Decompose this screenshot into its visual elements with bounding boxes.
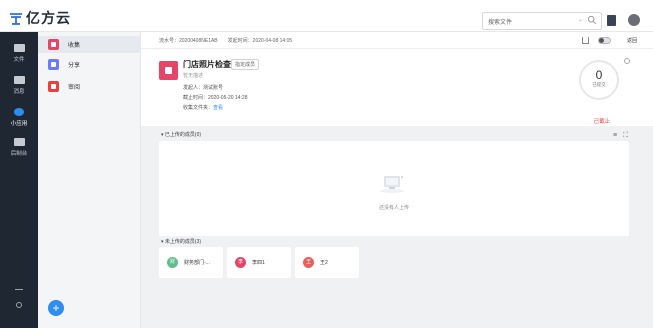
sidebar-item-label: 分享	[68, 63, 81, 69]
empty-monitor-icon	[380, 176, 404, 193]
primary-rail: 文件 消息 小应用 后制台	[0, 32, 38, 328]
uploaded-empty-state: 还没有人上传	[159, 141, 629, 236]
sidebar-item-collect[interactable]: 收集	[38, 36, 141, 53]
empty-message: 还没有人上传	[378, 205, 410, 211]
view-folder-link[interactable]: 查看	[213, 105, 223, 111]
export-icon[interactable]	[582, 37, 589, 44]
status-badge: 已截止	[593, 119, 611, 125]
serial-number: 流水号：20200408NE1AB	[159, 37, 218, 44]
submitted-count: 0	[595, 68, 603, 82]
sidebar-item-label: 审阅	[68, 85, 81, 91]
uploaded-section-title[interactable]: ▾ 已上传的成员(0)	[161, 131, 201, 138]
review-icon	[48, 81, 59, 92]
rail-item-label: 后制台	[10, 151, 28, 157]
task-description: 暂无描述	[183, 73, 204, 79]
search-input[interactable]: 搜索文件 ⌄	[482, 12, 602, 30]
rail-item-apps[interactable]: 小应用	[0, 108, 38, 127]
logo-icon	[10, 13, 22, 25]
return-button[interactable]: 返回	[627, 37, 637, 44]
message-icon	[13, 76, 25, 84]
main-panel: 流水号：20200408NE1AB 发起时间：2020-04-08 14:05 …	[141, 32, 653, 328]
member-name: 李四1	[252, 260, 265, 266]
member-name: 王2	[320, 260, 328, 266]
uploaded-title-text: 已上传的成员(0)	[164, 132, 202, 138]
collect-icon	[159, 61, 178, 80]
share-icon	[48, 59, 59, 70]
add-button[interactable]: +	[48, 300, 64, 316]
logo[interactable]: 亿方云	[8, 8, 71, 28]
sidebar-item-review[interactable]: 审阅	[38, 78, 141, 95]
toggle-switch[interactable]	[598, 37, 611, 44]
task-initiator: 发起人：测试账号	[183, 85, 224, 91]
rail-item-messages[interactable]: 消息	[0, 76, 38, 95]
view-toggle-icons[interactable]: ≡ ⛶	[613, 132, 630, 140]
member-name: 财务部门-...	[184, 260, 210, 266]
member-card[interactable]: 财 财务部门-...	[159, 247, 223, 278]
collect-icon	[48, 39, 59, 50]
task-folder: 收集文件夹：查看	[183, 104, 223, 111]
task-info-card: 门店照片检查 指定成员 暂无描述 发起人：测试账号 截止时间：2020-05-2…	[141, 49, 653, 126]
document-icon[interactable]	[607, 15, 616, 26]
rail-item-label: 消息	[13, 89, 25, 95]
start-time: 发起时间：2020-04-08 14:05	[227, 37, 293, 44]
not-uploaded-title-text: 未上传的成员(3)	[164, 239, 202, 245]
member-avatar: 财	[167, 257, 178, 268]
member-avatar: 王	[303, 257, 314, 268]
sidebar-item-label: 收集	[68, 43, 81, 49]
not-uploaded-section-title[interactable]: ▾ 未上传的成员(3)	[161, 238, 201, 245]
task-title: 门店照片检查	[183, 60, 231, 69]
task-header: 流水号：20200408NE1AB 发起时间：2020-04-08 14:05 …	[141, 32, 653, 49]
chevron-down-icon[interactable]: ⌄	[578, 16, 583, 23]
user-avatar[interactable]	[628, 14, 640, 26]
submitted-count-ring: 0 已提交	[579, 60, 619, 100]
rail-item-label: 文件	[13, 57, 25, 63]
info-icon[interactable]	[624, 58, 630, 64]
member-card[interactable]: 李 李四1	[227, 247, 291, 278]
top-bar: 亿方云 搜索文件 ⌄	[0, 0, 653, 32]
app-name: 亿方云	[26, 10, 71, 26]
rail-item-console[interactable]: 后制台	[0, 138, 38, 157]
folder-label: 收集文件夹：	[183, 105, 214, 111]
member-avatar: 李	[235, 257, 246, 268]
rail-item-files[interactable]: 文件	[0, 44, 38, 63]
rail-item-label: 小应用	[10, 121, 28, 127]
app-sidebar: 收集 分享 审阅 +	[38, 32, 141, 328]
submitted-label: 已提交	[592, 82, 606, 87]
console-icon	[13, 138, 25, 146]
task-deadline: 截止时间：2020-05-20 14:28	[183, 95, 248, 101]
app-root: 亿方云 搜索文件 ⌄ 文件 消息 小应用 后制台 收集 分享 审阅 + 流水号：…	[0, 0, 653, 328]
settings-icon[interactable]	[16, 302, 22, 308]
folder-icon	[13, 44, 25, 52]
task-tag: 指定成员	[231, 59, 260, 70]
search-placeholder: 搜索文件	[488, 19, 513, 26]
sidebar-item-share[interactable]: 分享	[38, 56, 141, 73]
search-icon[interactable]	[587, 15, 597, 25]
member-card[interactable]: 王 王2	[295, 247, 359, 278]
apps-icon	[14, 108, 24, 116]
upload-icon[interactable]	[15, 289, 23, 290]
